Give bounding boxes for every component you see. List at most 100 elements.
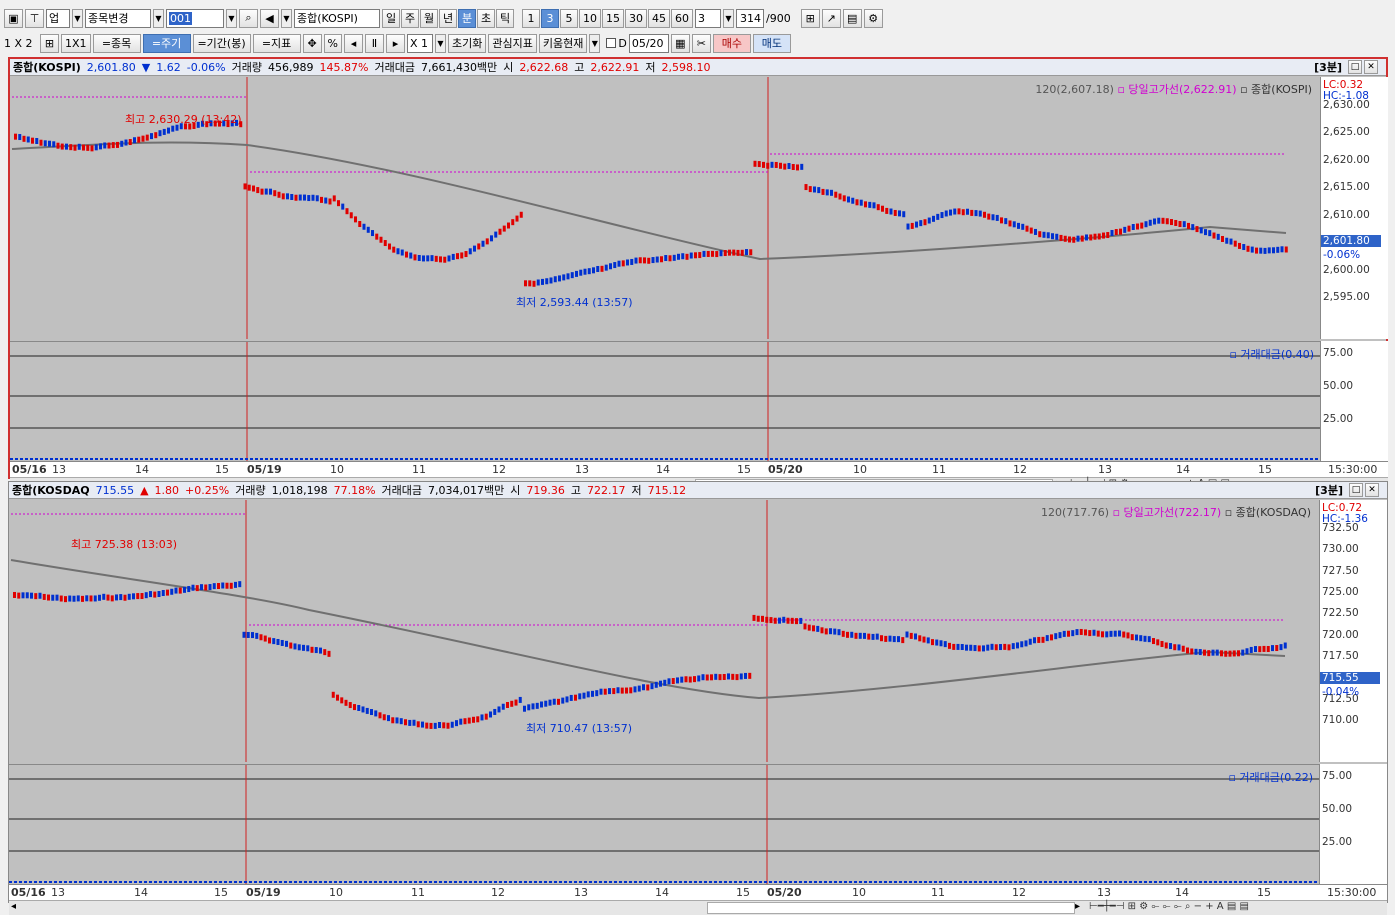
candle [464,251,468,258]
candle [952,643,956,650]
candle [383,240,387,247]
x-tick: 14 [134,886,148,899]
multiplier-select[interactable]: X 1 [407,33,433,53]
maximize-icon[interactable]: □ [1349,483,1363,497]
candle [1271,645,1274,652]
close-icon[interactable]: ✕ [1364,60,1378,74]
candle [1164,642,1168,649]
candle [1232,650,1236,657]
scroll-thumb[interactable] [707,902,1075,914]
interest-indicator-button[interactable]: 관심지표 [488,33,537,53]
scroll-right-icon[interactable]: ▸ [1075,901,1080,912]
layout-label[interactable]: 1 X 2 [4,37,38,50]
grid-icon[interactable]: ⊞ [40,33,59,53]
minute-tab[interactable]: 30 [625,8,647,28]
open-value: 719.36 [526,483,565,497]
candle [1191,224,1195,231]
period-tab[interactable]: 일 [382,8,400,28]
x-tick: 12 [1013,463,1027,476]
period-tab[interactable]: 틱 [496,8,514,28]
period-tab[interactable]: 주 [401,8,419,28]
stock-name-field[interactable]: 종합(KOSPI) [294,8,380,28]
calendar-icon[interactable]: ▦ [670,33,690,53]
indicator-button[interactable]: =지표 [252,33,301,53]
gear-icon[interactable]: ⚙ [863,8,883,28]
period-tab[interactable]: 분 [458,8,476,28]
candle [1139,635,1143,642]
candle [957,208,961,215]
scroll-left-icon[interactable]: ◂ [11,901,16,912]
candle [1246,245,1250,252]
minute-tab[interactable]: 15 [602,8,624,28]
period-tab[interactable]: 초 [477,8,495,28]
candle [396,248,400,255]
candle [1157,217,1161,224]
chevron-down-icon[interactable]: ▼ [723,8,734,28]
candle [489,711,492,718]
chevron-down-icon[interactable]: ▼ [72,8,83,28]
x-tick: 11 [932,463,946,476]
one-by-one-button[interactable]: 1X1 [61,33,91,53]
chevron-down-icon[interactable]: ▼ [589,33,601,53]
y-tick: 732.50 [1322,522,1359,534]
window-icon[interactable]: ▣ [4,8,23,28]
market-select[interactable]: 업 [46,8,70,28]
chevron-down-icon[interactable]: ▼ [435,33,446,53]
prev-icon[interactable]: ◂ [344,33,363,53]
pin-icon[interactable]: ⊤ [25,8,44,28]
trend-icon[interactable]: ↗ [821,8,841,28]
reset-button[interactable]: 초기화 [448,33,487,53]
scissors-icon[interactable]: ✂ [691,33,711,53]
period-tab[interactable]: 월 [420,8,438,28]
candle [817,187,821,194]
change-amount: 1.62 [156,60,181,74]
kiwoom-current-button[interactable]: 키움현재 [538,33,588,53]
x-tick: 10 [329,886,343,899]
chevron-down-icon[interactable]: ▼ [226,8,237,28]
candle [898,210,901,217]
period-tab[interactable]: 년 [439,8,457,28]
x-tick: 15 [215,463,229,476]
minute-tab[interactable]: 3 [541,8,559,28]
candle [782,616,786,623]
minute-tab[interactable]: 45 [648,8,670,28]
candle [944,210,948,217]
next-icon[interactable]: ▸ [386,33,405,53]
chart-tool-icon[interactable]: ⊞ [800,8,820,28]
maximize-icon[interactable]: □ [1348,60,1362,74]
volume-ratio: 145.87% [319,60,369,74]
search-icon[interactable]: ⌕ [239,8,258,28]
range-button[interactable]: =기간(봉) [192,33,251,53]
speaker-icon[interactable]: ◀ [260,8,279,28]
code-change-select[interactable]: 종목변경 [85,8,151,28]
interval-input[interactable]: 3 [695,8,721,28]
candle [1080,235,1084,242]
date-input[interactable]: 05/20 [628,33,669,53]
minute-tab[interactable]: 5 [560,8,578,28]
candle [77,143,81,150]
code-input[interactable]: 001 [166,8,224,28]
count-input[interactable]: 314 [736,8,764,28]
buy-button[interactable]: 매수 [712,33,751,53]
horizontal-scrollbar[interactable]: ◂ ▸ ⊢━┼━⊣ ⊞ ⚙ ⟜ ⟜ ⟜ ⌕ − + A ▤ ▤ [9,900,1387,915]
move-icon[interactable]: ✥ [302,33,322,53]
candle [1024,640,1028,647]
item-button[interactable]: =종목 [92,33,141,53]
cycle-button[interactable]: =주기 [142,33,191,53]
sell-button[interactable]: 매도 [752,33,791,53]
zoom-tools-icon[interactable]: ⊢━┼━⊣ ⊞ ⚙ ⟜ ⟜ ⟜ ⌕ − + A ▤ ▤ [1089,901,1249,912]
candle [973,645,977,652]
percent-button[interactable]: % [323,33,342,53]
candle [286,193,289,200]
save-icon[interactable]: ▤ [842,8,862,28]
candle [796,164,799,171]
chevron-down-icon[interactable]: ▼ [153,8,164,28]
candle [1068,236,1071,243]
date-checkbox[interactable] [606,38,617,48]
minute-tab[interactable]: 60 [671,8,693,28]
minute-tab[interactable]: 1 [522,8,540,28]
chevron-down-icon[interactable]: ▼ [281,8,292,28]
close-icon[interactable]: ✕ [1365,483,1379,497]
pause-icon[interactable]: Ⅱ [365,33,384,53]
minute-tab[interactable]: 10 [579,8,601,28]
